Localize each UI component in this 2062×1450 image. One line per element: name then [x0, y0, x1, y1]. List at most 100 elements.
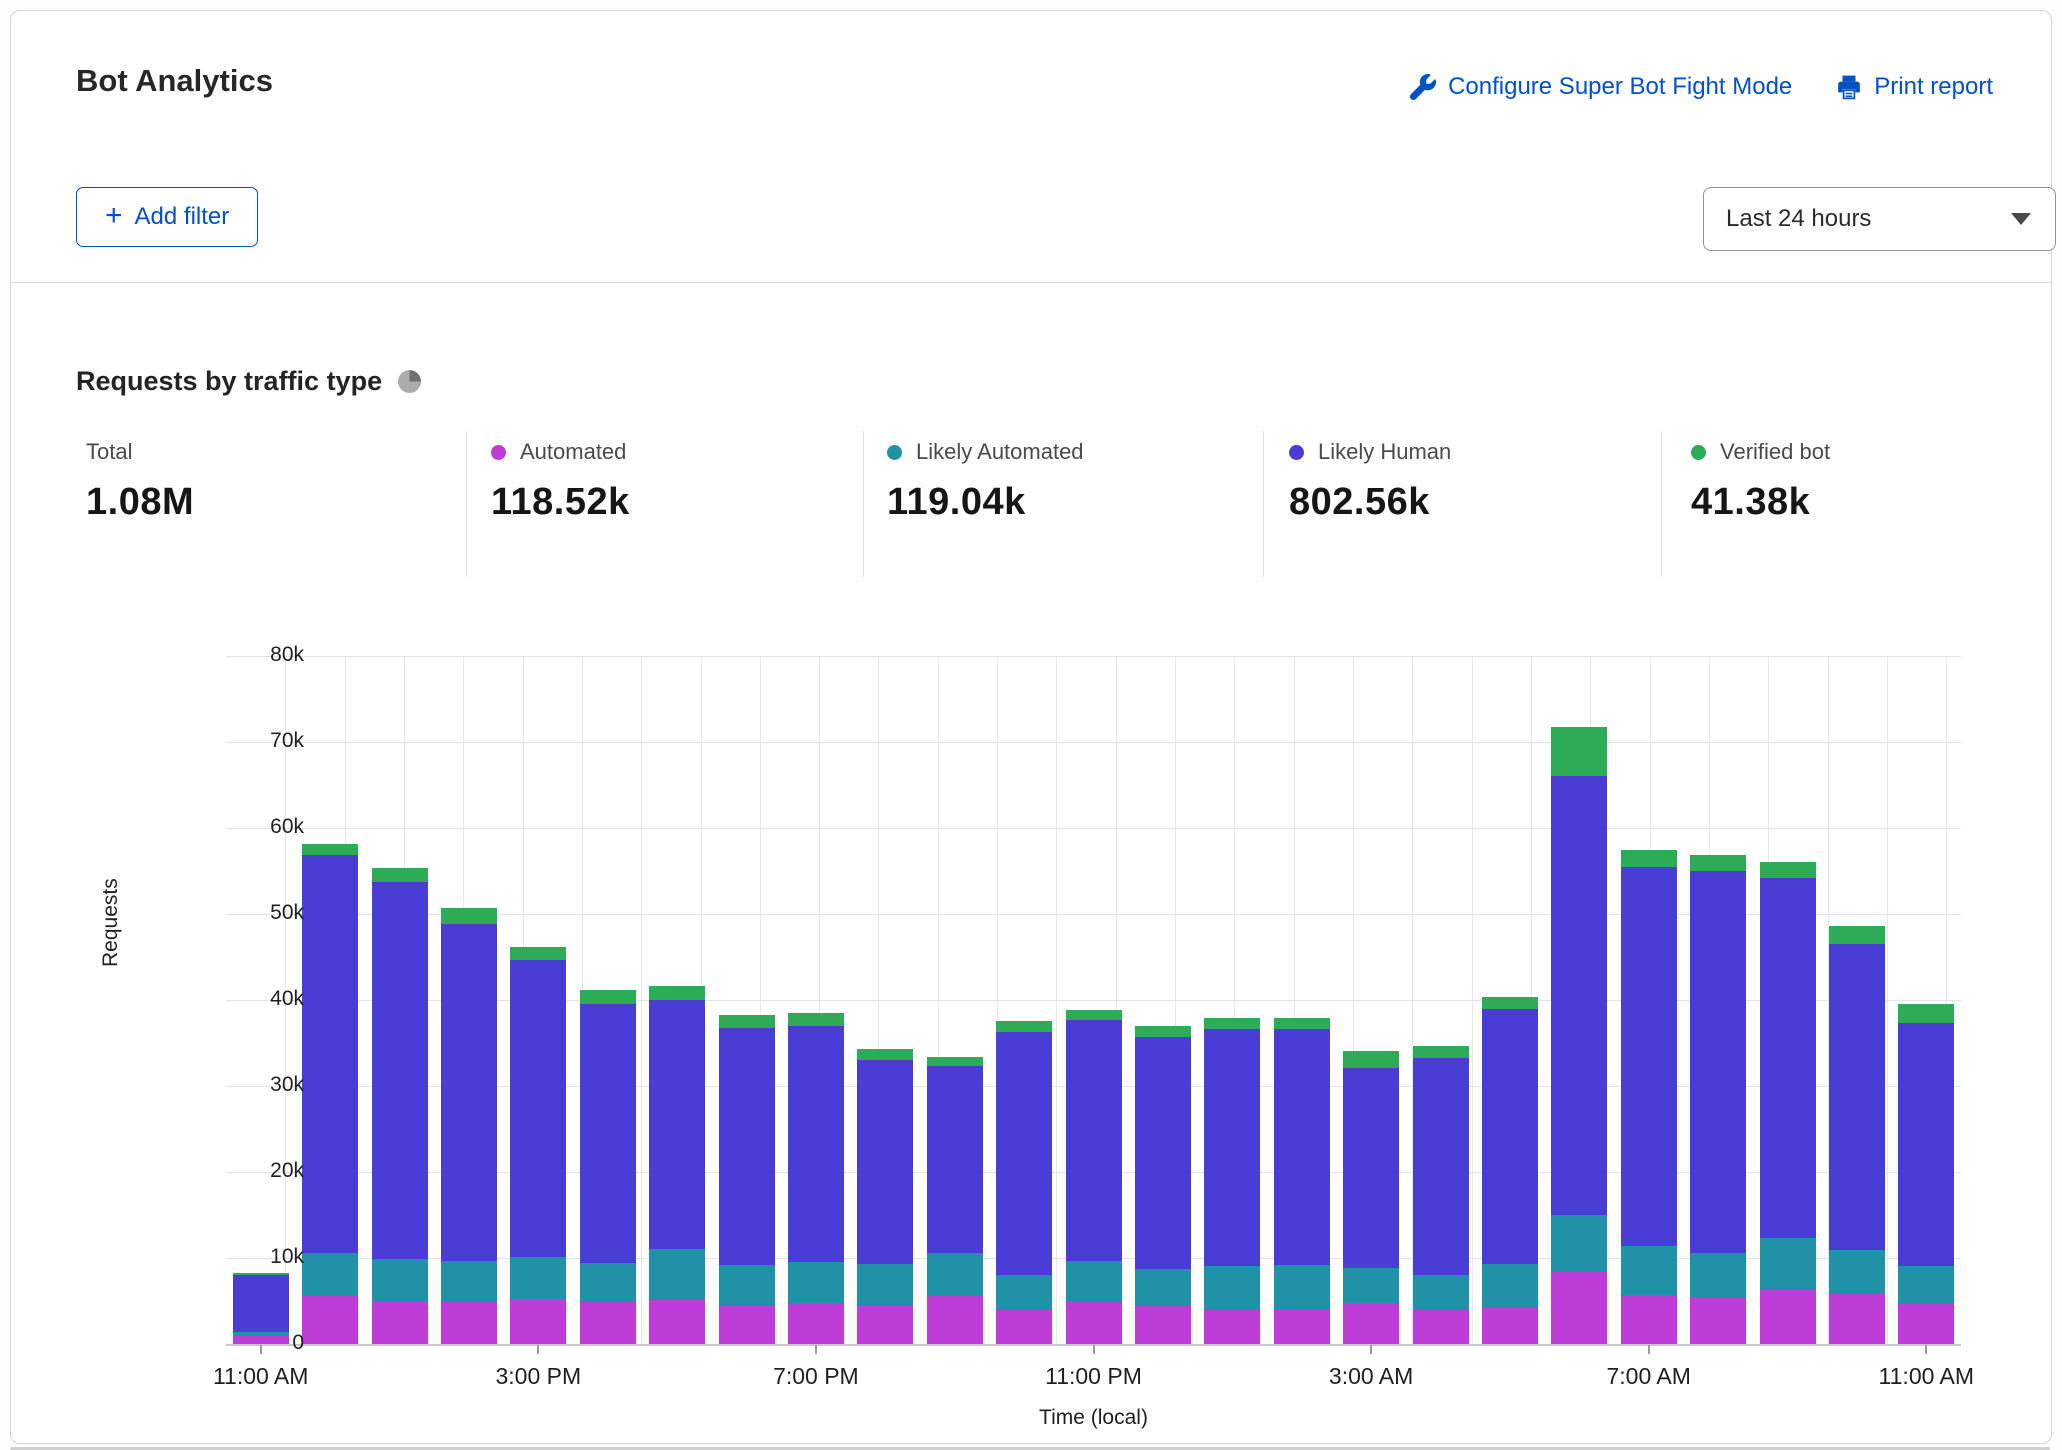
- segment-verified-bot[interactable]: [1621, 850, 1677, 866]
- segment-likely-automated[interactable]: [857, 1264, 913, 1305]
- segment-automated[interactable]: [719, 1305, 775, 1344]
- bar-4-00-pm[interactable]: [580, 990, 636, 1344]
- segment-verified-bot[interactable]: [372, 868, 428, 882]
- segment-automated[interactable]: [857, 1305, 913, 1344]
- segment-likely-automated[interactable]: [1621, 1246, 1677, 1295]
- segment-likely-automated[interactable]: [1066, 1261, 1122, 1302]
- bar-9-00-am[interactable]: [1760, 862, 1816, 1344]
- segment-likely-automated[interactable]: [1690, 1253, 1746, 1299]
- bar-11-00-pm[interactable]: [1066, 1010, 1122, 1344]
- segment-likely-human[interactable]: [1135, 1037, 1191, 1269]
- segment-automated[interactable]: [1551, 1272, 1607, 1344]
- segment-likely-human[interactable]: [233, 1275, 289, 1332]
- segment-verified-bot[interactable]: [580, 990, 636, 1005]
- segment-automated[interactable]: [1898, 1304, 1954, 1344]
- segment-likely-human[interactable]: [1621, 867, 1677, 1246]
- segment-likely-automated[interactable]: [996, 1275, 1052, 1310]
- bar-11-00-am[interactable]: [1898, 1004, 1954, 1344]
- segment-verified-bot[interactable]: [1482, 997, 1538, 1009]
- configure-super-bot-fight-mode-link[interactable]: Configure Super Bot Fight Mode: [1410, 73, 1792, 101]
- segment-verified-bot[interactable]: [1135, 1026, 1191, 1037]
- segment-likely-automated[interactable]: [927, 1253, 983, 1296]
- segment-verified-bot[interactable]: [649, 986, 705, 1000]
- segment-verified-bot[interactable]: [1274, 1018, 1330, 1029]
- segment-likely-human[interactable]: [580, 1004, 636, 1263]
- segment-likely-human[interactable]: [1066, 1020, 1122, 1261]
- bar-12-00-pm[interactable]: [302, 844, 358, 1344]
- segment-likely-automated[interactable]: [510, 1257, 566, 1299]
- segment-automated[interactable]: [1274, 1309, 1330, 1344]
- segment-verified-bot[interactable]: [1204, 1018, 1260, 1029]
- bar-1-00-pm[interactable]: [372, 868, 428, 1344]
- segment-likely-human[interactable]: [1413, 1058, 1469, 1276]
- bar-1-00-am[interactable]: [1204, 1018, 1260, 1344]
- time-range-select[interactable]: Last 24 hours: [1703, 187, 2056, 251]
- segment-likely-automated[interactable]: [1898, 1266, 1954, 1304]
- segment-likely-automated[interactable]: [1829, 1250, 1885, 1294]
- segment-likely-human[interactable]: [1274, 1029, 1330, 1265]
- segment-automated[interactable]: [441, 1302, 497, 1344]
- segment-likely-automated[interactable]: [1760, 1238, 1816, 1289]
- segment-likely-automated[interactable]: [1413, 1275, 1469, 1309]
- segment-verified-bot[interactable]: [1898, 1004, 1954, 1023]
- segment-verified-bot[interactable]: [719, 1015, 775, 1029]
- segment-likely-human[interactable]: [927, 1066, 983, 1253]
- bar-8-00-am[interactable]: [1690, 855, 1746, 1344]
- segment-likely-human[interactable]: [1898, 1023, 1954, 1266]
- segment-verified-bot[interactable]: [1413, 1046, 1469, 1058]
- segment-likely-human[interactable]: [1343, 1068, 1399, 1268]
- bar-2-00-pm[interactable]: [441, 908, 497, 1344]
- segment-automated[interactable]: [996, 1310, 1052, 1344]
- add-filter-button[interactable]: + Add filter: [76, 187, 258, 247]
- segment-verified-bot[interactable]: [302, 844, 358, 854]
- segment-automated[interactable]: [1690, 1298, 1746, 1344]
- segment-likely-human[interactable]: [1482, 1009, 1538, 1264]
- segment-verified-bot[interactable]: [1551, 727, 1607, 776]
- segment-verified-bot[interactable]: [1066, 1010, 1122, 1019]
- segment-likely-human[interactable]: [1829, 944, 1885, 1250]
- segment-automated[interactable]: [510, 1299, 566, 1344]
- segment-automated[interactable]: [1204, 1310, 1260, 1344]
- segment-likely-automated[interactable]: [788, 1262, 844, 1302]
- bar-7-00-am[interactable]: [1621, 850, 1677, 1344]
- segment-verified-bot[interactable]: [1829, 926, 1885, 944]
- bar-3-00-pm[interactable]: [510, 947, 566, 1344]
- segment-automated[interactable]: [302, 1296, 358, 1344]
- segment-verified-bot[interactable]: [1690, 855, 1746, 871]
- segment-automated[interactable]: [580, 1302, 636, 1344]
- bar-12-00-am[interactable]: [1135, 1026, 1191, 1344]
- segment-likely-automated[interactable]: [1135, 1269, 1191, 1306]
- segment-automated[interactable]: [1829, 1294, 1885, 1344]
- bar-9-00-pm[interactable]: [927, 1057, 983, 1344]
- bar-7-00-pm[interactable]: [788, 1013, 844, 1344]
- segment-verified-bot[interactable]: [1343, 1051, 1399, 1068]
- segment-likely-human[interactable]: [1551, 776, 1607, 1215]
- bar-10-00-pm[interactable]: [996, 1021, 1052, 1344]
- segment-likely-automated[interactable]: [580, 1263, 636, 1302]
- bar-6-00-pm[interactable]: [719, 1015, 775, 1344]
- segment-verified-bot[interactable]: [788, 1013, 844, 1026]
- segment-likely-human[interactable]: [996, 1032, 1052, 1275]
- segment-likely-automated[interactable]: [649, 1249, 705, 1300]
- segment-likely-automated[interactable]: [1551, 1215, 1607, 1272]
- bar-3-00-am[interactable]: [1343, 1051, 1399, 1344]
- segment-likely-human[interactable]: [788, 1026, 844, 1263]
- segment-likely-automated[interactable]: [302, 1253, 358, 1296]
- segment-verified-bot[interactable]: [927, 1057, 983, 1066]
- bar-6-00-am[interactable]: [1551, 727, 1607, 1344]
- segment-likely-automated[interactable]: [1274, 1265, 1330, 1309]
- segment-verified-bot[interactable]: [1760, 862, 1816, 877]
- segment-automated[interactable]: [788, 1303, 844, 1344]
- segment-likely-human[interactable]: [510, 960, 566, 1258]
- segment-likely-automated[interactable]: [441, 1261, 497, 1302]
- segment-likely-human[interactable]: [1204, 1029, 1260, 1266]
- segment-likely-automated[interactable]: [1482, 1264, 1538, 1308]
- segment-automated[interactable]: [1066, 1302, 1122, 1344]
- segment-automated[interactable]: [927, 1296, 983, 1344]
- segment-likely-automated[interactable]: [1343, 1268, 1399, 1302]
- segment-likely-human[interactable]: [649, 1000, 705, 1249]
- segment-likely-human[interactable]: [1690, 871, 1746, 1253]
- print-report-link[interactable]: Print report: [1836, 73, 1993, 101]
- segment-automated[interactable]: [1760, 1289, 1816, 1344]
- bar-8-00-pm[interactable]: [857, 1049, 913, 1344]
